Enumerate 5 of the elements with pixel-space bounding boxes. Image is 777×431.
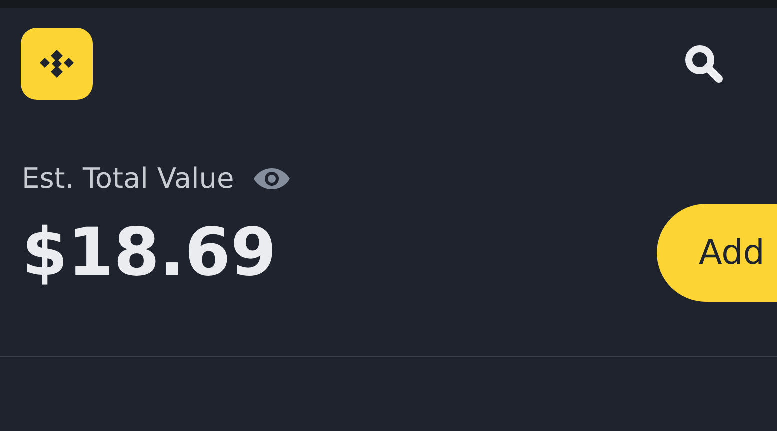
logo-icon[interactable] (21, 28, 93, 100)
balance-label: Est. Total Value (22, 161, 234, 197)
balance-value: $18.69 (22, 220, 277, 286)
search-icon[interactable] (683, 43, 725, 85)
add-button[interactable]: Add (657, 204, 777, 302)
